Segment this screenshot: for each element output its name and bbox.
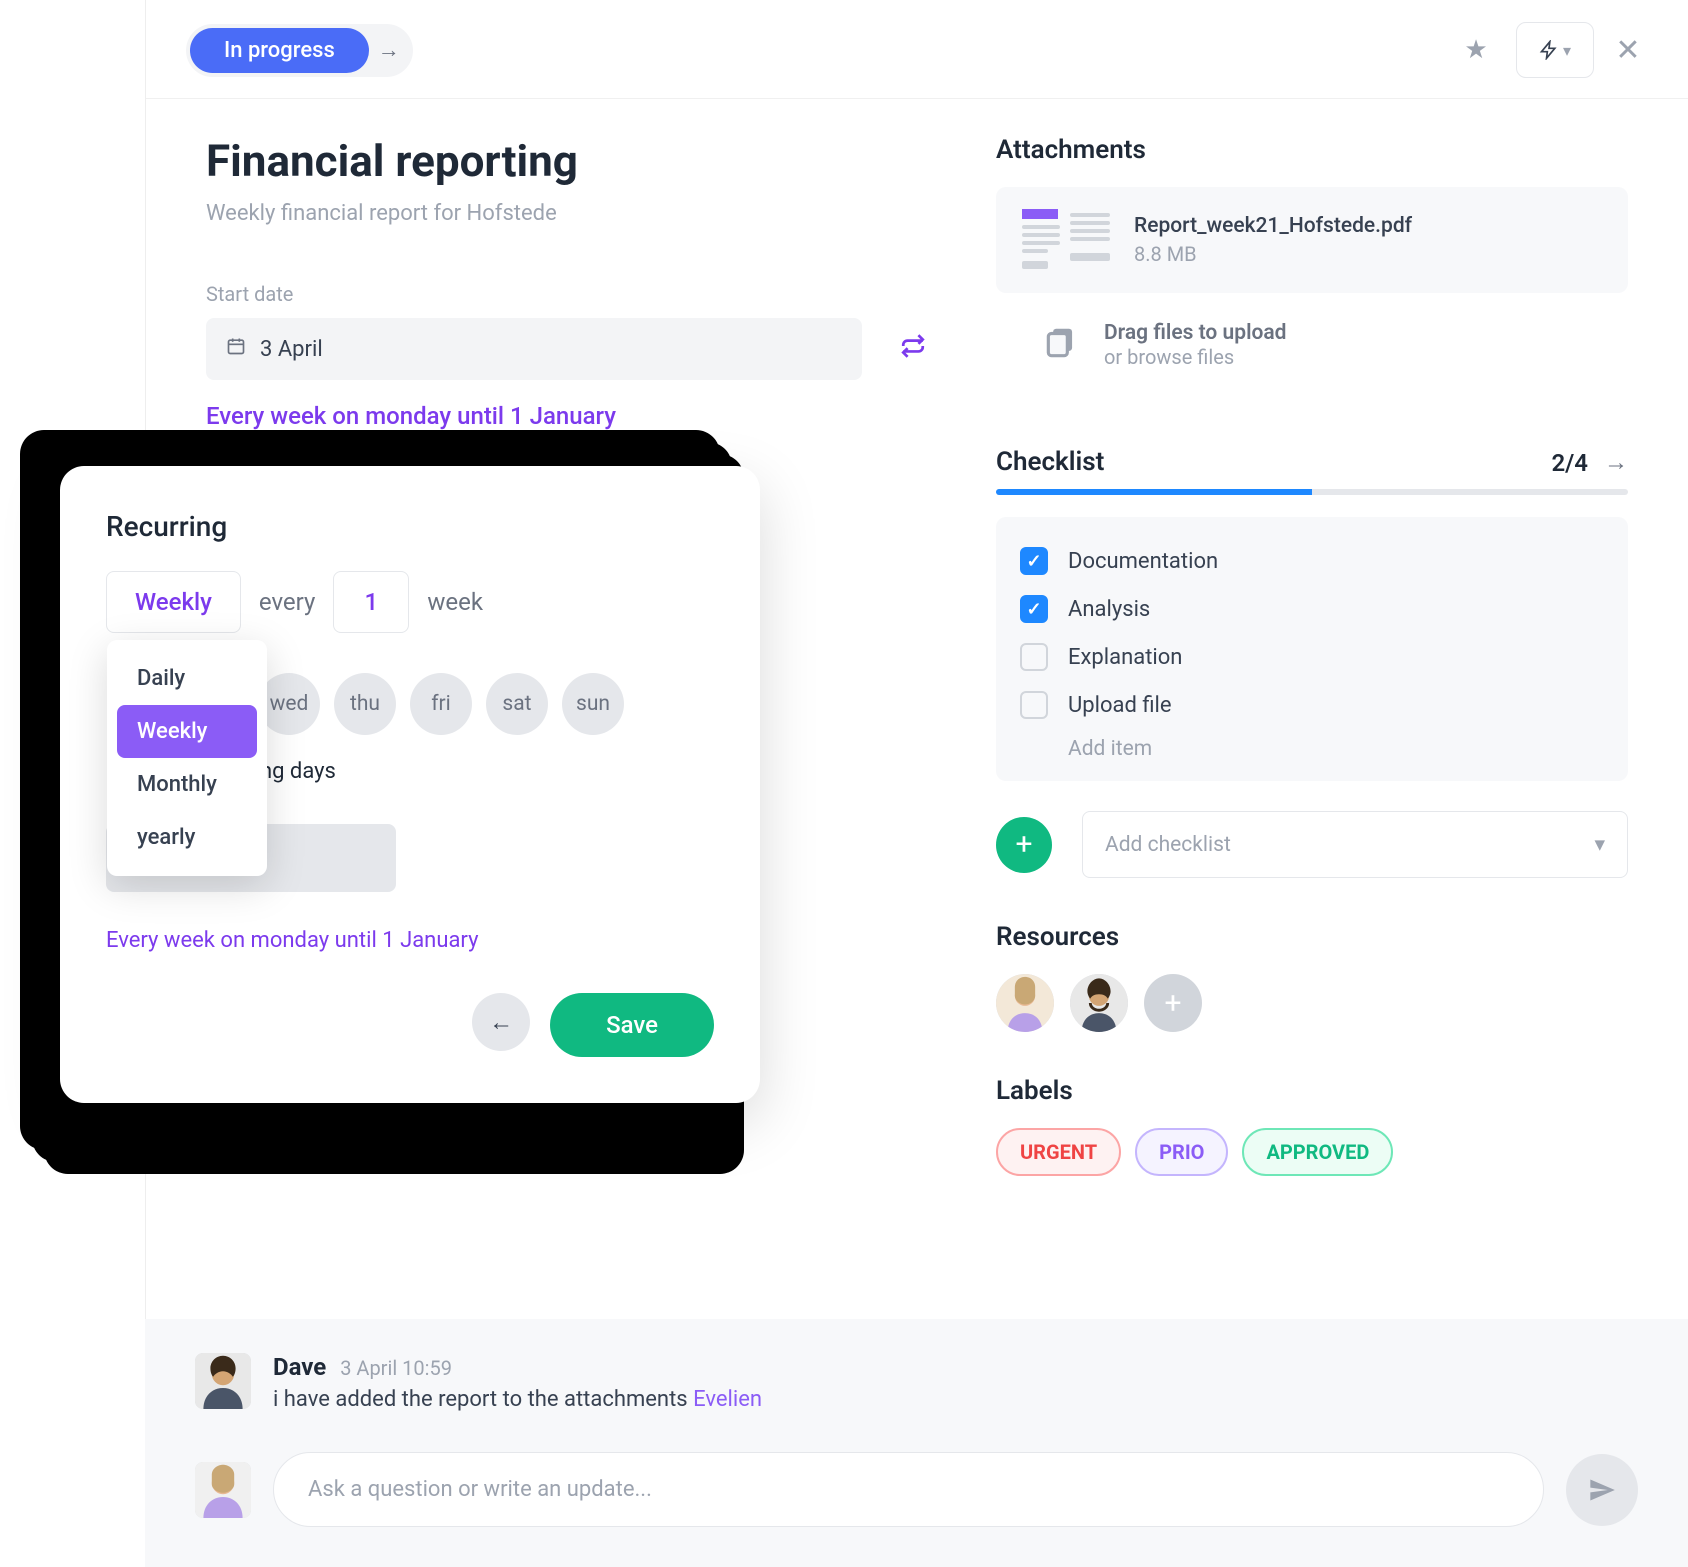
calendar-icon bbox=[226, 336, 246, 362]
status-pill[interactable]: In progress bbox=[190, 28, 369, 73]
start-date-field[interactable]: 3 April bbox=[206, 318, 862, 380]
frequency-option[interactable]: yearly bbox=[117, 811, 257, 864]
checklist-item-label: Upload file bbox=[1068, 693, 1172, 718]
back-button[interactable]: ← bbox=[472, 993, 530, 1051]
comment-author: Dave bbox=[273, 1353, 326, 1381]
labels-heading: Labels bbox=[996, 1076, 1628, 1106]
actions-menu[interactable]: ▾ bbox=[1516, 22, 1594, 78]
star-icon[interactable]: ★ bbox=[1456, 30, 1496, 70]
checklist-item[interactable]: Analysis bbox=[1020, 585, 1604, 633]
recur-summary[interactable]: Every week on monday until 1 January bbox=[206, 402, 926, 430]
checkbox[interactable] bbox=[1020, 643, 1048, 671]
checklist-card: Documentation Analysis Explanation Upload f… bbox=[996, 517, 1628, 781]
frequency-option[interactable]: Weekly bbox=[117, 705, 257, 758]
compose-input[interactable]: Ask a question or write an update... bbox=[273, 1452, 1544, 1527]
file-thumb-icon bbox=[1022, 209, 1110, 271]
resources-heading: Resources bbox=[996, 922, 1628, 952]
add-checklist-select[interactable]: Add checklist ▾ bbox=[1082, 811, 1628, 878]
checklist-item-label: Documentation bbox=[1068, 549, 1218, 574]
status-selector[interactable]: In progress → bbox=[186, 24, 413, 77]
only-working-days[interactable]: rking days bbox=[236, 759, 714, 784]
attachments-heading: Attachments bbox=[996, 135, 1628, 165]
label-pill[interactable]: APPROVED bbox=[1242, 1128, 1393, 1176]
comment-time: 3 April 10:59 bbox=[340, 1356, 452, 1380]
checkbox[interactable] bbox=[1020, 691, 1048, 719]
add-item[interactable]: Add item bbox=[1020, 729, 1604, 761]
comment: Dave 3 April 10:59 i have added the repo… bbox=[195, 1353, 1638, 1412]
day-chip[interactable]: sat bbox=[486, 673, 548, 735]
checklist-heading: Checklist bbox=[996, 447, 1104, 477]
task-subtitle[interactable]: Weekly financial report for Hofstede bbox=[206, 201, 926, 226]
resource-avatar[interactable] bbox=[1070, 974, 1128, 1032]
checklist-item[interactable]: Explanation bbox=[1020, 633, 1604, 681]
modal-summary: Every week on monday until 1 January bbox=[106, 928, 714, 953]
frequency-menu: DailyWeeklyMonthlyyearly bbox=[107, 640, 267, 876]
checklist-count: 2/4 bbox=[1551, 449, 1588, 477]
checkbox[interactable] bbox=[1020, 595, 1048, 623]
comments-section: Dave 3 April 10:59 i have added the repo… bbox=[145, 1319, 1688, 1567]
frequency-option[interactable]: Daily bbox=[117, 652, 257, 705]
progress-bar bbox=[996, 489, 1628, 495]
dropzone[interactable]: Drag files to upload or browse files bbox=[996, 293, 1628, 397]
checkbox[interactable] bbox=[1020, 547, 1048, 575]
save-button[interactable]: Save bbox=[550, 993, 714, 1057]
send-button[interactable] bbox=[1566, 1454, 1638, 1526]
comment-avatar[interactable] bbox=[195, 1353, 251, 1409]
checklist-item[interactable]: Documentation bbox=[1020, 537, 1604, 585]
resource-avatar[interactable] bbox=[996, 974, 1054, 1032]
attachment-name: Report_week21_Hofstede.pdf bbox=[1134, 214, 1412, 238]
frequency-dropdown[interactable]: Weekly DailyWeeklyMonthlyyearly bbox=[106, 571, 241, 633]
header: In progress → ★ ▾ ✕ bbox=[146, 0, 1688, 99]
attachment-item[interactable]: Report_week21_Hofstede.pdf 8.8 MB bbox=[996, 187, 1628, 293]
files-icon bbox=[1042, 324, 1080, 366]
dropzone-title: Drag files to upload bbox=[1104, 321, 1287, 345]
chevron-down-icon: ▾ bbox=[1594, 832, 1605, 857]
every-label: every bbox=[259, 588, 315, 616]
status-next-icon[interactable]: → bbox=[369, 37, 409, 63]
day-chip[interactable]: fri bbox=[410, 673, 472, 735]
add-resource-button[interactable]: + bbox=[1144, 974, 1202, 1032]
checklist-expand-icon[interactable]: → bbox=[1604, 448, 1628, 477]
label-pill[interactable]: PRIO bbox=[1135, 1128, 1228, 1176]
frequency-option[interactable]: Monthly bbox=[117, 758, 257, 811]
checklist-item-label: Explanation bbox=[1068, 645, 1182, 670]
dropzone-sub: or browse files bbox=[1104, 345, 1287, 369]
frequency-count[interactable]: 1 bbox=[333, 571, 409, 633]
checklist-item[interactable]: Upload file bbox=[1020, 681, 1604, 729]
mention[interactable]: Evelien bbox=[693, 1387, 762, 1412]
start-date-label: Start date bbox=[206, 282, 926, 306]
day-chip[interactable]: sun bbox=[562, 673, 624, 735]
day-chip[interactable]: wed bbox=[258, 673, 320, 735]
comment-text: i have added the report to the attachmen… bbox=[273, 1387, 762, 1412]
recur-icon[interactable] bbox=[900, 333, 926, 366]
label-pill[interactable]: URGENT bbox=[996, 1128, 1121, 1176]
close-icon[interactable]: ✕ bbox=[1608, 30, 1648, 70]
day-chip[interactable]: thu bbox=[334, 673, 396, 735]
start-date-value: 3 April bbox=[260, 337, 323, 362]
unit-label: week bbox=[427, 588, 483, 616]
recurring-modal: Recurring Weekly DailyWeeklyMonthlyyearl… bbox=[60, 466, 760, 1103]
checklist-item-label: Analysis bbox=[1068, 597, 1150, 622]
task-title[interactable]: Financial reporting bbox=[206, 135, 926, 187]
attachment-size: 8.8 MB bbox=[1134, 242, 1412, 266]
add-checklist-button[interactable]: + bbox=[996, 817, 1052, 873]
modal-title: Recurring bbox=[106, 510, 714, 543]
self-avatar[interactable] bbox=[195, 1462, 251, 1518]
